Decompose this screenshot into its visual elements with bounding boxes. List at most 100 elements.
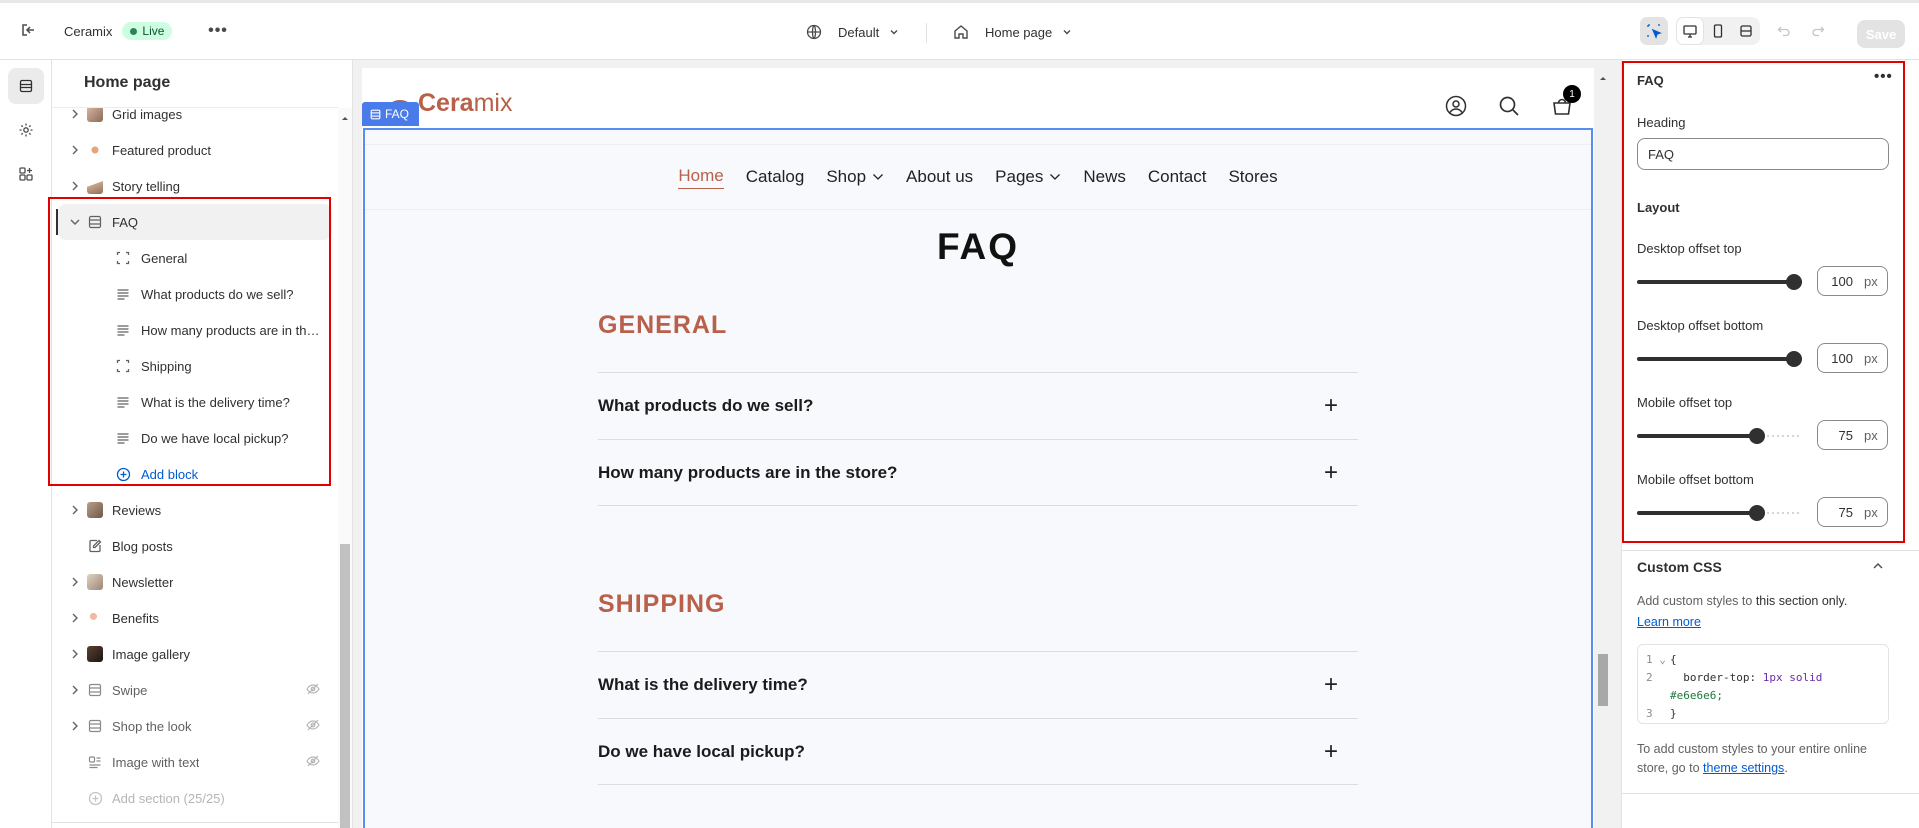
chevron-right-icon xyxy=(68,575,82,589)
scrollbar-thumb[interactable] xyxy=(340,544,350,828)
custom-css-description: Add custom styles to this section only. xyxy=(1637,594,1847,608)
chevron-up-icon xyxy=(1873,563,1883,569)
section-item-shop-the-look[interactable]: Shop the look xyxy=(52,708,338,744)
nav-pages-label: Pages xyxy=(995,167,1044,186)
select-cursor-icon xyxy=(1640,17,1668,45)
globe-icon xyxy=(806,24,822,40)
desktop-icon xyxy=(1683,25,1697,38)
divider xyxy=(598,784,1358,785)
theme-settings-link[interactable]: theme settings xyxy=(1703,761,1784,775)
code-text: border-top: xyxy=(1683,671,1763,684)
scroll-up-icon xyxy=(342,117,348,120)
product-thumbnail-icon xyxy=(86,141,104,159)
chevron-right-icon xyxy=(68,107,82,121)
redo-icon xyxy=(1804,17,1832,45)
device-toggle-group xyxy=(1676,17,1760,45)
page-selector-label: Home page xyxy=(985,24,1053,40)
section-item-blog-posts[interactable]: Blog posts xyxy=(52,528,338,564)
fullscreen-icon xyxy=(1740,25,1752,37)
section-tag-label: FAQ xyxy=(385,107,410,121)
code-text: } xyxy=(1670,707,1677,720)
section-label: Grid images xyxy=(112,106,183,122)
desc-bold: this section only. xyxy=(1755,594,1848,608)
theme-selector[interactable]: Default xyxy=(806,24,899,40)
exit-button[interactable] xyxy=(14,16,42,44)
chevron-right-icon xyxy=(68,143,82,157)
section-item-image-gallery[interactable]: Image gallery xyxy=(52,636,338,672)
scroll-up-icon xyxy=(1600,77,1606,80)
section-item-image-with-text[interactable]: Image with text xyxy=(52,744,338,780)
faq-question-text: How many products are in the store? xyxy=(598,462,898,482)
nav-home[interactable]: Home xyxy=(678,166,724,189)
learn-more-link[interactable]: Learn more xyxy=(1637,615,1701,629)
undo-button[interactable] xyxy=(1770,17,1798,45)
nav-shop[interactable]: Shop xyxy=(826,167,884,187)
custom-css-footer: To add custom styles to your entire onli… xyxy=(1637,740,1899,778)
add-section-button[interactable]: Add section (25/25) xyxy=(52,780,338,816)
nav-stores[interactable]: Stores xyxy=(1228,167,1277,187)
section-label: Newsletter xyxy=(112,574,174,590)
section-label: Reviews xyxy=(112,502,162,518)
account-button[interactable] xyxy=(1444,94,1468,118)
nav-news[interactable]: News xyxy=(1083,167,1126,187)
section-item-reviews[interactable]: Reviews xyxy=(52,492,338,528)
chevron-down-icon xyxy=(1050,174,1061,180)
section-item-featured-product[interactable]: Featured product xyxy=(52,132,338,168)
faq-question[interactable]: Do we have local pickup? + xyxy=(598,718,1358,784)
section-item-benefits[interactable]: Benefits xyxy=(52,600,338,636)
mobile-view-button[interactable] xyxy=(1704,17,1732,45)
section-label: Blog posts xyxy=(112,538,173,554)
apps-nav-button[interactable] xyxy=(8,156,44,192)
eye-hidden-icon[interactable] xyxy=(306,682,320,699)
section-item-swipe[interactable]: Swipe xyxy=(52,672,338,708)
sidebar-scrollbar[interactable] xyxy=(338,108,352,828)
section-label: Swipe xyxy=(112,682,148,698)
faq-question[interactable]: How many products are in the store? + xyxy=(598,439,1358,505)
divider xyxy=(926,23,927,43)
highlight-box-settings xyxy=(1622,61,1905,543)
css-code-editor[interactable]: 1 ⌄{ 2 border-top: 1px solid #e6e6e6; 3} xyxy=(1637,644,1889,724)
sections-nav-button[interactable] xyxy=(8,68,44,104)
section-item-newsletter[interactable]: Newsletter xyxy=(52,564,338,600)
nav-pages[interactable]: Pages xyxy=(995,167,1061,187)
page-selector[interactable]: Home page xyxy=(953,24,1072,40)
store-nav: Home Catalog Shop About us Pages News Co… xyxy=(365,144,1591,210)
faq-section-tag: FAQ xyxy=(362,102,420,126)
nav-contact[interactable]: Contact xyxy=(1148,167,1207,187)
plus-icon: + xyxy=(1323,670,1338,698)
theme-settings-nav-button[interactable] xyxy=(8,112,44,148)
inspector-toggle[interactable] xyxy=(1640,17,1668,45)
eye-hidden-icon[interactable] xyxy=(306,754,320,771)
plus-icon: + xyxy=(1323,458,1338,486)
nav-catalog[interactable]: Catalog xyxy=(746,167,805,187)
live-badge: Live xyxy=(122,22,173,40)
plus-icon: + xyxy=(1323,391,1338,419)
chevron-down-icon xyxy=(873,174,884,180)
collapse-button[interactable] xyxy=(1872,559,1884,574)
scrollbar-thumb[interactable] xyxy=(1598,654,1608,706)
section-label: Benefits xyxy=(112,610,159,626)
more-actions-button[interactable]: ••• xyxy=(204,17,232,45)
faq-question[interactable]: What products do we sell? + xyxy=(598,372,1358,438)
desktop-view-button[interactable] xyxy=(1676,17,1704,45)
code-text: { xyxy=(1670,653,1677,666)
faq-question[interactable]: What is the delivery time? + xyxy=(598,651,1358,717)
fullwidth-view-button[interactable] xyxy=(1732,17,1760,45)
divider xyxy=(52,822,338,823)
faq-question-text: What products do we sell? xyxy=(598,395,814,415)
section-icon xyxy=(86,681,104,699)
chevron-down-icon xyxy=(1063,30,1071,35)
top-bar: Ceramix Live ••• Default Home page Save xyxy=(0,0,1919,60)
save-button[interactable]: Save xyxy=(1857,20,1905,48)
user-icon xyxy=(1445,95,1467,117)
redo-button[interactable] xyxy=(1804,17,1832,45)
plus-icon: + xyxy=(1323,737,1338,765)
add-section-label: Add section (25/25) xyxy=(112,790,225,806)
footer-end: . xyxy=(1784,761,1788,775)
image-text-icon xyxy=(86,753,104,771)
code-text: 1px solid xyxy=(1762,671,1823,684)
preview-scrollbar[interactable] xyxy=(1596,68,1610,828)
nav-about-us[interactable]: About us xyxy=(906,167,973,187)
search-button[interactable] xyxy=(1497,94,1521,118)
eye-hidden-icon[interactable] xyxy=(306,718,320,735)
